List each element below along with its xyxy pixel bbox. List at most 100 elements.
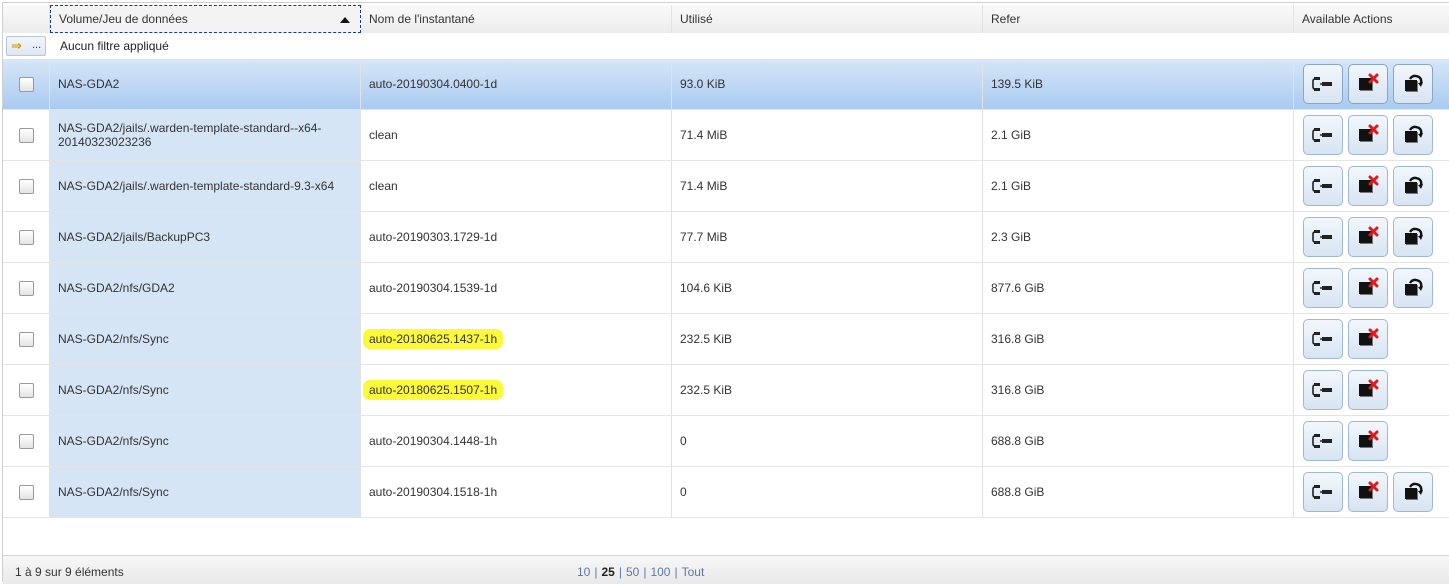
- clone-snapshot-button[interactable]: [1303, 370, 1343, 410]
- used-value: 232.5 KiB: [680, 383, 733, 397]
- header-volume[interactable]: Volume/Jeu de données: [50, 5, 361, 33]
- clone-snapshot-button[interactable]: [1303, 64, 1343, 104]
- table-row[interactable]: NAS-GDA2/nfs/Sync auto-20190304.1448-1h 0 6…: [3, 416, 1449, 467]
- used-cell: 93.0 KiB: [672, 59, 983, 109]
- destroy-snapshot-button[interactable]: [1348, 64, 1388, 104]
- volume-name: NAS-GDA2: [58, 77, 120, 91]
- refer-cell: 316.8 GiB: [983, 314, 1294, 364]
- page-size-option[interactable]: Tout: [678, 565, 709, 579]
- used-value: 93.0 KiB: [680, 77, 726, 91]
- filter-status: Aucun filtre appliqué: [60, 39, 169, 53]
- row-checkbox[interactable]: [18, 331, 34, 347]
- destroy-snapshot-button[interactable]: [1348, 319, 1388, 359]
- clone-snapshot-button[interactable]: [1303, 319, 1343, 359]
- row-checkbox[interactable]: [18, 382, 34, 398]
- used-cell: 0: [672, 467, 983, 517]
- used-value: 71.4 MiB: [680, 179, 728, 193]
- used-cell: 232.5 KiB: [672, 365, 983, 415]
- used-cell: 71.4 MiB: [672, 110, 983, 160]
- grid-header: Volume/Jeu de données Nom de l'instantan…: [3, 5, 1449, 34]
- header-refer[interactable]: Refer: [983, 5, 1294, 33]
- snapshot-name: auto-20180625.1507-1h: [363, 380, 504, 400]
- volume-cell: NAS-GDA2/jails/BackupPC3: [50, 212, 361, 262]
- clone-snapshot-button[interactable]: [1303, 217, 1343, 257]
- volume-cell: NAS-GDA2/jails/.warden-template-standard…: [50, 161, 361, 211]
- clone-snapshot-icon: [1311, 431, 1335, 451]
- rollback-snapshot-icon: [1401, 277, 1425, 299]
- clone-snapshot-button[interactable]: [1303, 115, 1343, 155]
- volume-cell: NAS-GDA2/nfs/Sync: [50, 416, 361, 466]
- row-checkbox[interactable]: [18, 178, 34, 194]
- clone-snapshot-button[interactable]: [1303, 166, 1343, 206]
- actions-cell: [1294, 365, 1449, 415]
- filter-button[interactable]: ⇒ ...: [6, 36, 46, 56]
- rollback-snapshot-button[interactable]: [1393, 166, 1433, 206]
- header-snapshot[interactable]: Nom de l'instantané: [361, 5, 672, 33]
- table-row[interactable]: NAS-GDA2/nfs/Sync auto-20180625.1437-1h 23…: [3, 314, 1449, 365]
- header-used[interactable]: Utilisé: [672, 5, 983, 33]
- destroy-snapshot-icon: [1356, 124, 1380, 146]
- clone-snapshot-button[interactable]: [1303, 268, 1343, 308]
- snapshot-cell: auto-20190304.1518-1h: [361, 467, 672, 517]
- row-checkbox[interactable]: [18, 76, 34, 92]
- destroy-snapshot-button[interactable]: [1348, 472, 1388, 512]
- destroy-snapshot-button[interactable]: [1348, 268, 1388, 308]
- row-select-cell: [3, 263, 50, 313]
- table-row[interactable]: NAS-GDA2/nfs/Sync auto-20180625.1507-1h 23…: [3, 365, 1449, 416]
- page-size-option[interactable]: 50: [622, 565, 643, 579]
- rollback-snapshot-icon: [1401, 481, 1425, 503]
- refer-cell: 316.8 GiB: [983, 365, 1294, 415]
- destroy-snapshot-button[interactable]: [1348, 166, 1388, 206]
- row-select-cell: [3, 467, 50, 517]
- clone-snapshot-button[interactable]: [1303, 472, 1343, 512]
- page-size-option[interactable]: 25: [597, 565, 618, 579]
- rollback-snapshot-button[interactable]: [1393, 115, 1433, 155]
- destroy-snapshot-icon: [1356, 175, 1380, 197]
- rollback-snapshot-button[interactable]: [1393, 217, 1433, 257]
- row-select-cell: [3, 416, 50, 466]
- rollback-snapshot-button[interactable]: [1393, 268, 1433, 308]
- table-row[interactable]: NAS-GDA2/jails/BackupPC3 auto-20190303.17…: [3, 212, 1449, 263]
- table-row[interactable]: NAS-GDA2/nfs/Sync auto-20190304.1518-1h 0 6…: [3, 467, 1449, 518]
- used-value: 0: [680, 434, 687, 448]
- rollback-snapshot-button[interactable]: [1393, 472, 1433, 512]
- page-size-option[interactable]: 100: [646, 565, 674, 579]
- used-cell: 71.4 MiB: [672, 161, 983, 211]
- row-checkbox[interactable]: [18, 280, 34, 296]
- header-refer-label: Refer: [991, 12, 1021, 26]
- snapshot-name: auto-20180625.1437-1h: [363, 329, 504, 349]
- destroy-snapshot-icon: [1356, 328, 1380, 350]
- refer-value: 688.8 GiB: [991, 434, 1045, 448]
- snapshots-grid: Volume/Jeu de données Nom de l'instantan…: [2, 2, 1449, 584]
- clone-snapshot-button[interactable]: [1303, 421, 1343, 461]
- filter-button-dots: ...: [32, 39, 42, 51]
- clone-snapshot-icon: [1311, 329, 1335, 349]
- page-size-option[interactable]: 10: [573, 565, 594, 579]
- rollback-snapshot-button[interactable]: [1393, 64, 1433, 104]
- table-row[interactable]: NAS-GDA2/nfs/GDA2 auto-20190304.1539-1d 10…: [3, 263, 1449, 314]
- volume-name: NAS-GDA2/nfs/GDA2: [58, 281, 175, 295]
- destroy-snapshot-button[interactable]: [1348, 217, 1388, 257]
- header-volume-label: Volume/Jeu de données: [59, 12, 188, 26]
- row-checkbox[interactable]: [18, 433, 34, 449]
- actions-cell: [1294, 212, 1449, 262]
- refer-cell: 2.1 GiB: [983, 161, 1294, 211]
- destroy-snapshot-button[interactable]: [1348, 370, 1388, 410]
- row-checkbox[interactable]: [18, 127, 34, 143]
- destroy-snapshot-button[interactable]: [1348, 115, 1388, 155]
- table-row[interactable]: NAS-GDA2/jails/.warden-template-standard…: [3, 161, 1449, 212]
- table-row[interactable]: NAS-GDA2/jails/.warden-template-standard…: [3, 110, 1449, 161]
- volume-name: NAS-GDA2/nfs/Sync: [58, 485, 169, 499]
- volume-name: NAS-GDA2/jails/.warden-template-standard…: [58, 179, 335, 193]
- snapshot-cell: clean: [361, 161, 672, 211]
- page-size-selector: 10 | 25 | 50 | 100 | Tout: [573, 565, 708, 579]
- row-checkbox[interactable]: [18, 484, 34, 500]
- row-checkbox[interactable]: [18, 229, 34, 245]
- refer-cell: 877.6 GiB: [983, 263, 1294, 313]
- rollback-snapshot-icon: [1401, 73, 1425, 95]
- snapshot-name: auto-20190304.1448-1h: [369, 434, 498, 448]
- refer-cell: 2.1 GiB: [983, 110, 1294, 160]
- snapshot-name: auto-20190304.0400-1d: [369, 77, 498, 91]
- destroy-snapshot-button[interactable]: [1348, 421, 1388, 461]
- table-row[interactable]: NAS-GDA2 auto-20190304.0400-1d 93.0 KiB 139…: [3, 59, 1449, 110]
